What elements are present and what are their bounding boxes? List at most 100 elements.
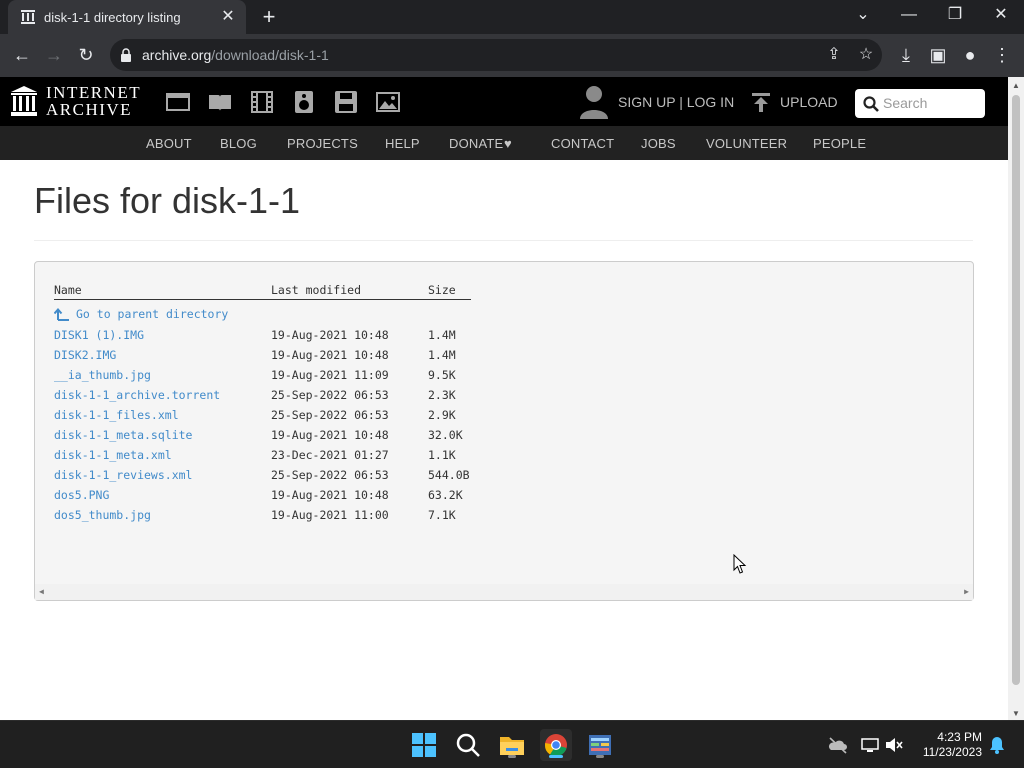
page-vertical-scrollbar[interactable]: ▲ ▼ xyxy=(1008,77,1024,720)
nav-projects[interactable]: PROJECTS xyxy=(287,136,358,151)
lock-icon[interactable] xyxy=(120,48,132,62)
tab-title: disk-1-1 directory listing xyxy=(44,10,181,25)
file-size: 7.1K xyxy=(428,508,456,522)
tab-search-chevron-icon[interactable]: ⌄ xyxy=(840,0,886,30)
control-panel-app[interactable] xyxy=(584,729,616,761)
url-text[interactable]: archive.org/download/disk-1-1 xyxy=(142,47,329,63)
nav-blog[interactable]: BLOG xyxy=(220,136,257,151)
reload-icon[interactable]: ↻ xyxy=(75,44,97,66)
bookmark-star-icon[interactable]: ☆ xyxy=(856,45,876,65)
nav-about[interactable]: ABOUT xyxy=(146,136,192,151)
file-modified: 19-Aug-2021 11:00 xyxy=(271,508,389,522)
file-size: 1.1K xyxy=(428,448,456,462)
nav-donate[interactable]: DONATE xyxy=(449,136,503,151)
windows-taskbar: 4:23 PM 11/23/2023 xyxy=(0,720,1024,768)
parent-directory-label: Go to parent directory xyxy=(76,307,229,321)
ia-top-bar: INTERNET ARCHIVE SIGN UP | LOG IN UPLOAD… xyxy=(0,77,1008,126)
file-name-link[interactable]: dos5_thumb.jpg xyxy=(54,508,151,522)
software-icon[interactable] xyxy=(334,91,358,113)
restore-icon[interactable]: ❐ xyxy=(932,0,978,30)
system-clock[interactable]: 4:23 PM 11/23/2023 xyxy=(900,730,982,760)
file-modified: 23-Dec-2021 01:27 xyxy=(271,448,389,462)
donate-heart-icon[interactable]: ♥ xyxy=(504,136,512,151)
url-path: /download/disk-1-1 xyxy=(211,47,329,63)
nav-help[interactable]: HELP xyxy=(385,136,420,151)
search-icon[interactable] xyxy=(452,729,484,761)
browser-tab-active[interactable]: disk-1-1 directory listing ✕ xyxy=(8,0,246,34)
file-row: disk-1-1_meta.xml 23-Dec-2021 01:27 1.1K xyxy=(35,448,973,468)
clock-date: 11/23/2023 xyxy=(922,745,982,759)
nav-jobs[interactable]: JOBS xyxy=(641,136,676,151)
scroll-down-icon[interactable]: ▼ xyxy=(1012,709,1020,718)
listing-horizontal-scrollbar[interactable]: ◀ ▶ xyxy=(35,584,973,600)
file-modified: 19-Aug-2021 11:09 xyxy=(271,368,389,382)
back-icon[interactable]: ← xyxy=(11,44,33,66)
column-header-modified[interactable]: Last modified xyxy=(271,283,361,297)
signup-login-link[interactable]: SIGN UP | LOG IN xyxy=(618,94,734,110)
file-name-link[interactable]: DISK1 (1).IMG xyxy=(54,328,144,342)
share-icon[interactable]: ⇪ xyxy=(824,45,844,65)
chrome-app[interactable] xyxy=(540,729,572,761)
file-modified: 25-Sep-2022 06:53 xyxy=(271,408,389,422)
parent-directory-link[interactable]: Go to parent directory xyxy=(53,307,229,321)
nav-contact[interactable]: CONTACT xyxy=(551,136,614,151)
user-avatar-icon[interactable] xyxy=(579,85,609,119)
parent-directory-arrow-icon xyxy=(53,307,69,321)
downloads-icon[interactable]: ⤓ xyxy=(895,44,917,66)
tab-close-icon[interactable]: ✕ xyxy=(218,7,238,27)
video-icon[interactable] xyxy=(250,91,274,113)
file-name-link[interactable]: disk-1-1_meta.sqlite xyxy=(54,428,192,442)
new-tab-icon[interactable]: + xyxy=(258,6,280,28)
file-name-link[interactable]: __ia_thumb.jpg xyxy=(54,368,151,382)
upload-icon[interactable] xyxy=(751,92,771,112)
images-icon[interactable] xyxy=(376,91,400,113)
file-row: disk-1-1_meta.sqlite 19-Aug-2021 10:48 3… xyxy=(35,428,973,448)
file-name-link[interactable]: disk-1-1_files.xml xyxy=(54,408,179,422)
title-divider xyxy=(34,240,973,241)
profile-icon[interactable]: ● xyxy=(959,44,981,66)
texts-icon[interactable] xyxy=(208,91,232,113)
minimize-icon[interactable]: — xyxy=(886,0,932,30)
scroll-right-icon[interactable]: ▶ xyxy=(964,587,969,596)
file-size: 544.0B xyxy=(428,468,470,482)
file-size: 63.2K xyxy=(428,488,463,502)
file-name-link[interactable]: disk-1-1_archive.torrent xyxy=(54,388,220,402)
page-title: Files for disk-1-1 xyxy=(34,180,301,221)
directory-listing: Name Last modified Size Go to parent dir… xyxy=(34,261,974,601)
scroll-left-icon[interactable]: ◀ xyxy=(39,587,44,596)
mouse-cursor-icon xyxy=(733,554,747,574)
audio-icon[interactable] xyxy=(292,91,316,113)
file-name-link[interactable]: DISK2.IMG xyxy=(54,348,116,362)
windows-start-icon[interactable] xyxy=(408,729,440,761)
column-header-name[interactable]: Name xyxy=(54,283,82,297)
address-bar[interactable]: archive.org/download/disk-1-1 ⇪ ☆ xyxy=(110,39,882,71)
network-icon[interactable] xyxy=(860,735,880,755)
file-row: disk-1-1_files.xml 25-Sep-2022 06:53 2.9… xyxy=(35,408,973,428)
file-explorer-app[interactable] xyxy=(496,729,528,761)
close-window-icon[interactable]: ✕ xyxy=(978,0,1024,30)
scrollbar-thumb[interactable] xyxy=(1012,95,1020,685)
notification-bell-icon[interactable] xyxy=(987,735,1007,755)
page-viewport: INTERNET ARCHIVE SIGN UP | LOG IN UPLOAD… xyxy=(0,77,1008,720)
file-name-link[interactable]: disk-1-1_reviews.xml xyxy=(54,468,192,482)
file-name-link[interactable]: disk-1-1_meta.xml xyxy=(54,448,172,462)
internet-archive-logo-icon[interactable] xyxy=(10,85,38,117)
file-name-link[interactable]: dos5.PNG xyxy=(54,488,109,502)
nav-volunteer[interactable]: VOLUNTEER xyxy=(706,136,787,151)
side-panel-icon[interactable]: ▣ xyxy=(927,44,949,66)
scroll-up-icon[interactable]: ▲ xyxy=(1012,81,1020,90)
forward-icon[interactable]: → xyxy=(43,44,65,66)
onedrive-offline-icon[interactable] xyxy=(828,735,848,755)
file-row: DISK1 (1).IMG 19-Aug-2021 10:48 1.4M xyxy=(35,328,973,348)
upload-link[interactable]: UPLOAD xyxy=(780,94,838,110)
browser-menu-icon[interactable]: ⋮ xyxy=(991,44,1013,66)
web-icon[interactable] xyxy=(166,91,190,113)
column-header-size[interactable]: Size xyxy=(428,283,456,297)
search-icon[interactable] xyxy=(863,96,879,112)
nav-people[interactable]: PEOPLE xyxy=(813,136,866,151)
internet-archive-wordmark[interactable]: INTERNET ARCHIVE xyxy=(46,84,141,118)
site-search-input[interactable]: Search xyxy=(855,89,985,118)
file-modified: 19-Aug-2021 10:48 xyxy=(271,488,389,502)
browser-tab-strip: disk-1-1 directory listing ✕ + ⌄ — ❐ ✕ xyxy=(0,0,1024,34)
file-row: DISK2.IMG 19-Aug-2021 10:48 1.4M xyxy=(35,348,973,368)
